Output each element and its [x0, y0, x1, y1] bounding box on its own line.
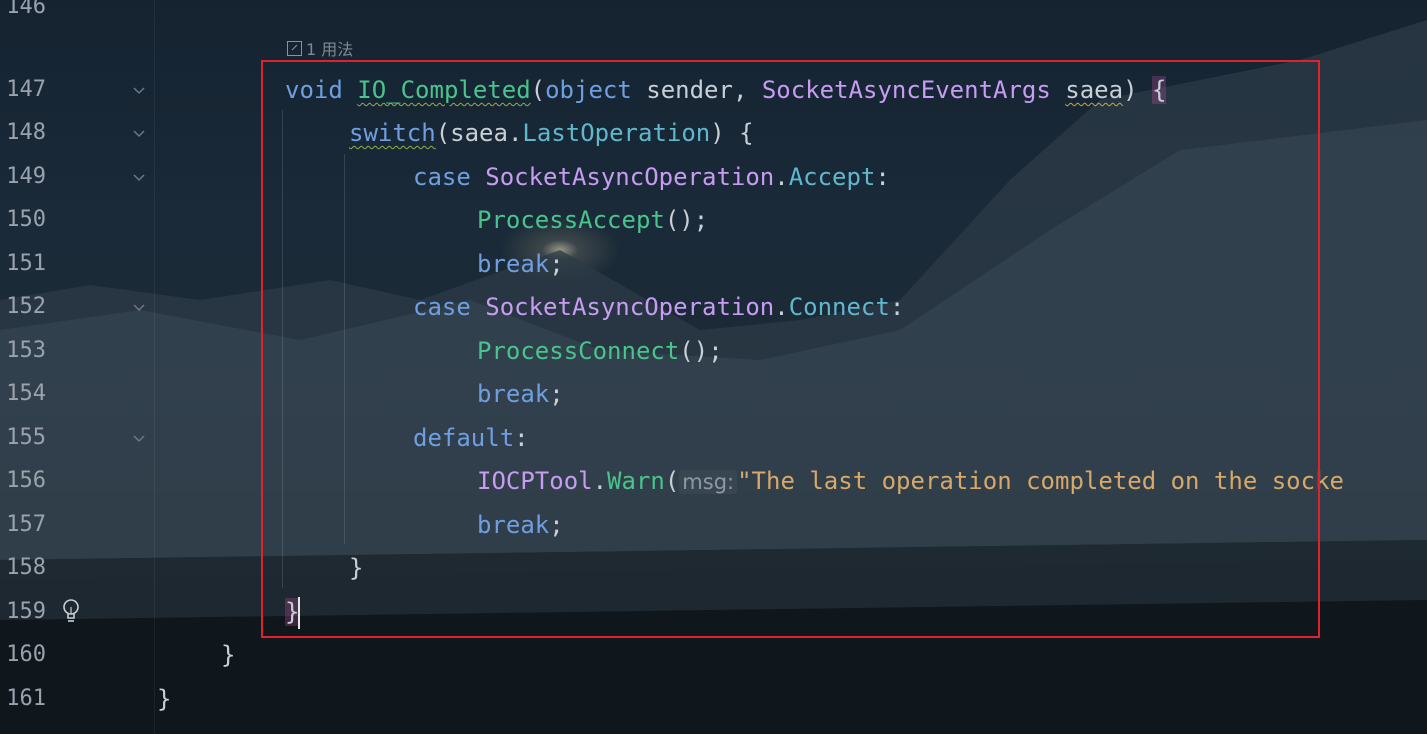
- gutter-separator: [154, 0, 155, 734]
- external-link-icon: [287, 41, 302, 56]
- usage-hint[interactable]: 1 用法: [287, 36, 353, 60]
- code-line-161[interactable]: }: [157, 684, 171, 714]
- highlight-rectangle: [261, 60, 1320, 638]
- fold-chevron-icon[interactable]: [132, 434, 146, 444]
- line-number: 155: [6, 425, 46, 450]
- line-number: 146: [6, 0, 46, 19]
- line-number: 156: [6, 468, 46, 493]
- fold-chevron-icon[interactable]: [132, 303, 146, 313]
- fold-chevron-icon[interactable]: [132, 173, 146, 183]
- line-number: 154: [6, 381, 46, 406]
- line-number: 161: [6, 686, 46, 711]
- line-number: 160: [6, 642, 46, 667]
- line-number: 151: [6, 251, 46, 276]
- line-number: 150: [6, 207, 46, 232]
- code-line-160[interactable]: }: [221, 640, 235, 670]
- line-number: 149: [6, 164, 46, 189]
- fold-chevron-icon[interactable]: [132, 86, 146, 96]
- lightbulb-icon[interactable]: [60, 597, 82, 625]
- line-number: 148: [6, 120, 46, 145]
- line-number: 152: [6, 294, 46, 319]
- line-number: 153: [6, 338, 46, 363]
- line-number: 159: [6, 599, 46, 624]
- line-number: 158: [6, 555, 46, 580]
- line-number: 157: [6, 512, 46, 537]
- fold-chevron-icon[interactable]: [132, 129, 146, 139]
- line-number: 147: [6, 77, 46, 102]
